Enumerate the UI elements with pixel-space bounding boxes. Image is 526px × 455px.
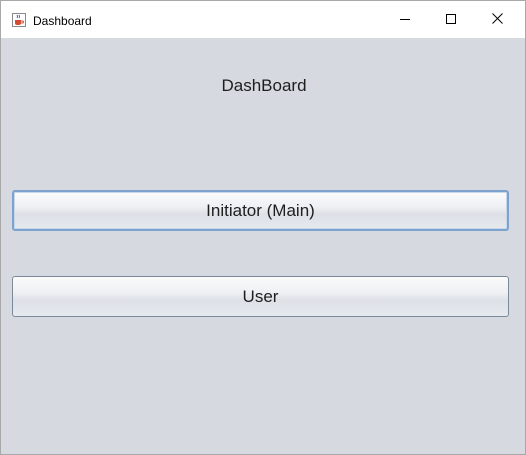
minimize-button[interactable]: [382, 1, 428, 38]
maximize-icon: [446, 11, 456, 29]
initiator-main-button[interactable]: Initiator (Main): [12, 190, 509, 231]
initiator-main-button-label: Initiator (Main): [206, 200, 315, 220]
close-icon: [491, 11, 503, 29]
app-window: Dashboard DashBoard Initiator (Main) Use…: [0, 0, 526, 455]
java-coffee-cup-icon: [12, 13, 26, 27]
title-bar[interactable]: Dashboard: [1, 1, 525, 38]
window-title: Dashboard: [33, 14, 92, 28]
user-button-label: User: [242, 286, 279, 306]
close-button[interactable]: [474, 1, 520, 38]
maximize-button[interactable]: [428, 1, 474, 38]
minimize-icon: [400, 11, 410, 29]
user-button[interactable]: User: [12, 276, 509, 317]
page-title: DashBoard: [221, 76, 307, 95]
dashboard-panel: DashBoard Initiator (Main) User: [1, 38, 525, 454]
